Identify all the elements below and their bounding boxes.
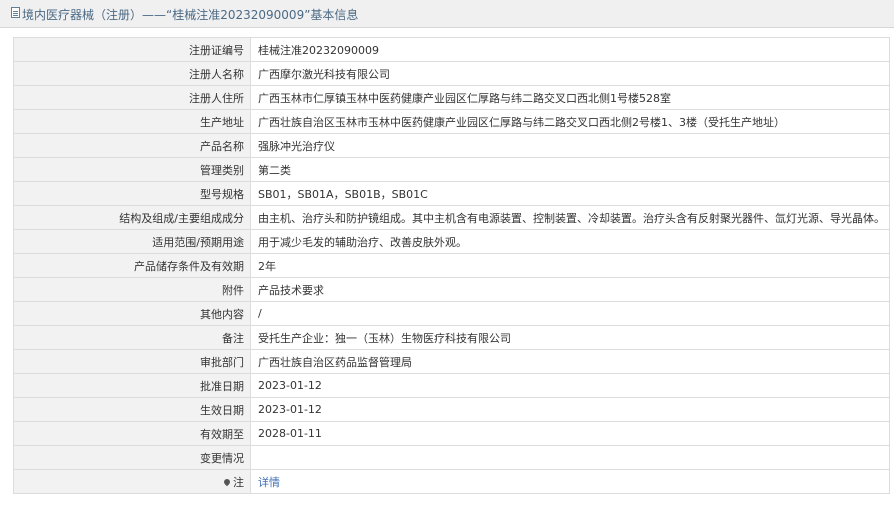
field-value: 第二类	[250, 157, 890, 182]
table-row: 适用范围/预期用途 用于减少毛发的辅助治疗、改善皮肤外观。	[13, 229, 890, 254]
field-value: SB01，SB01A，SB01B，SB01C	[250, 181, 890, 206]
field-value: 用于减少毛发的辅助治疗、改善皮肤外观。	[250, 229, 890, 254]
field-value: 广西壮族自治区药品监督管理局	[250, 349, 890, 374]
field-label: 备注	[13, 325, 251, 350]
field-label: 批准日期	[13, 373, 251, 398]
field-label: 结构及组成/主要组成成分	[13, 205, 251, 230]
field-value: 2028-01-11	[250, 421, 890, 446]
table-row: 审批部门 广西壮族自治区药品监督管理局	[13, 349, 890, 374]
table-row: 有效期至 2028-01-11	[13, 421, 890, 446]
table-row: 型号规格 SB01，SB01A，SB01B，SB01C	[13, 181, 890, 206]
table-row: 附件 产品技术要求	[13, 277, 890, 302]
table-row: 注册证编号 桂械注准20232090009	[13, 37, 890, 62]
field-value: 桂械注准20232090009	[250, 37, 890, 62]
field-label: 其他内容	[13, 301, 251, 326]
note-label-cell: 注	[13, 469, 251, 494]
note-value-cell: 详情	[250, 469, 890, 494]
field-value: 产品技术要求	[250, 277, 890, 302]
field-label: 管理类别	[13, 157, 251, 182]
field-value: 受托生产企业：独一（玉林）生物医疗科技有限公司	[250, 325, 890, 350]
table-row: 变更情况	[13, 445, 890, 470]
field-label: 变更情况	[13, 445, 251, 470]
field-value: 强脉冲光治疗仪	[250, 133, 890, 158]
field-value: 2023-01-12	[250, 397, 890, 422]
field-value: 由主机、治疗头和防护镜组成。其中主机含有电源装置、控制装置、冷却装置。治疗头含有…	[250, 205, 890, 230]
field-value: /	[250, 301, 890, 326]
table-row: 备注 受托生产企业：独一（玉林）生物医疗科技有限公司	[13, 325, 890, 350]
table-row: 管理类别 第二类	[13, 157, 890, 182]
field-label: 注册人名称	[13, 61, 251, 86]
page-title: 境内医疗器械（注册）——“桂械注准20232090009”基本信息	[22, 8, 359, 22]
table-row: 注册人名称 广西摩尔激光科技有限公司	[13, 61, 890, 86]
table-row: 其他内容 /	[13, 301, 890, 326]
details-link[interactable]: 详情	[258, 476, 280, 489]
field-label: 产品储存条件及有效期	[13, 253, 251, 278]
table-row: 批准日期 2023-01-12	[13, 373, 890, 398]
field-label: 生产地址	[13, 109, 251, 134]
field-label: 生效日期	[13, 397, 251, 422]
field-value: 广西玉林市仁厚镇玉林中医药健康产业园区仁厚路与纬二路交叉口西北侧1号楼528室	[250, 85, 890, 110]
table-row-note: 注 详情	[13, 469, 890, 494]
field-value: 2年	[250, 253, 890, 278]
detail-table: 注册证编号 桂械注准20232090009 注册人名称 广西摩尔激光科技有限公司 注册人…	[13, 37, 890, 494]
field-label: 有效期至	[13, 421, 251, 446]
field-label: 产品名称	[13, 133, 251, 158]
table-row: 注册人住所 广西玉林市仁厚镇玉林中医药健康产业园区仁厚路与纬二路交叉口西北侧1号楼…	[13, 85, 890, 110]
field-label: 附件	[13, 277, 251, 302]
field-label: 适用范围/预期用途	[13, 229, 251, 254]
note-label: 注	[233, 475, 244, 489]
field-label: 审批部门	[13, 349, 251, 374]
field-value: 广西壮族自治区玉林市玉林中医药健康产业园区仁厚路与纬二路交叉口西北侧2号楼1、3…	[250, 109, 890, 134]
document-icon	[11, 7, 20, 18]
field-label: 型号规格	[13, 181, 251, 206]
table-row: 产品储存条件及有效期 2年	[13, 253, 890, 278]
table-row: 产品名称 强脉冲光治疗仪	[13, 133, 890, 158]
field-label: 注册证编号	[13, 37, 251, 62]
page-header: 境内医疗器械（注册）——“桂械注准20232090009”基本信息	[0, 0, 894, 28]
table-row: 结构及组成/主要组成成分 由主机、治疗头和防护镜组成。其中主机含有电源装置、控制装…	[13, 205, 890, 230]
table-row: 生产地址 广西壮族自治区玉林市玉林中医药健康产业园区仁厚路与纬二路交叉口西北侧2号…	[13, 109, 890, 134]
field-value	[250, 445, 890, 470]
field-label: 注册人住所	[13, 85, 251, 110]
field-value: 广西摩尔激光科技有限公司	[250, 61, 890, 86]
table-row: 生效日期 2023-01-12	[13, 397, 890, 422]
field-value: 2023-01-12	[250, 373, 890, 398]
pin-icon	[222, 477, 232, 486]
